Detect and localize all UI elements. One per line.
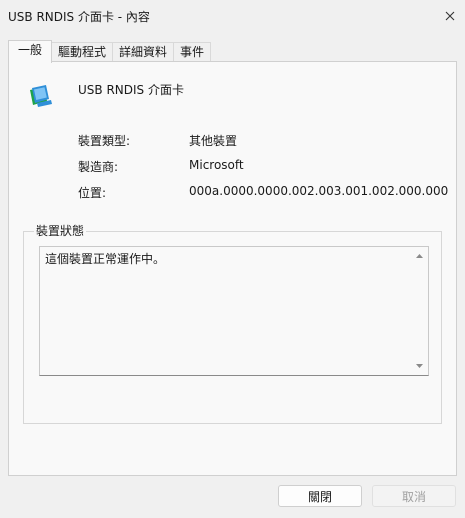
tab-driver-label: 驅動程式 [58, 45, 107, 59]
scroll-up-arrow-icon[interactable] [411, 249, 428, 263]
network-adapter-icon [30, 85, 52, 107]
device-status-group-title: 裝置狀態 [34, 224, 87, 238]
close-icon [445, 11, 455, 21]
tab-events[interactable]: 事件 [173, 42, 212, 62]
tab-events-label: 事件 [180, 45, 205, 59]
device-status-textbox[interactable]: 這個裝置正常運作中。 [39, 246, 429, 376]
manufacturer-value: Microsoft [189, 158, 244, 172]
window-title: USB RNDIS 介面卡 - 內容 [8, 10, 150, 24]
manufacturer-label: 製造商: [78, 160, 119, 174]
device-status-group: 裝置狀態 這個裝置正常運作中。 [23, 224, 442, 424]
tab-driver[interactable]: 驅動程式 [51, 42, 114, 62]
close-button[interactable]: 關閉 [278, 485, 362, 507]
tab-general[interactable]: 一般 [8, 40, 53, 63]
location-value: 000a.0000.0000.002.003.001.002.000.000 [189, 184, 449, 198]
scroll-down-arrow-icon[interactable] [411, 359, 428, 373]
general-tab-panel: USB RNDIS 介面卡 裝置類型: 其他裝置 製造商: Microsoft … [8, 61, 457, 476]
device-status-text: 這個裝置正常運作中。 [45, 252, 166, 266]
location-label: 位置: [78, 186, 107, 200]
device-name: USB RNDIS 介面卡 [78, 83, 184, 97]
tab-strip: 一般 驅動程式 詳細資料 事件 [8, 40, 212, 63]
tab-details[interactable]: 詳細資料 [112, 42, 175, 62]
cancel-button[interactable]: 取消 [372, 485, 456, 507]
close-window-button[interactable] [435, 0, 465, 32]
title-bar: USB RNDIS 介面卡 - 內容 [0, 0, 465, 32]
status-scrollbar[interactable] [411, 247, 428, 375]
device-type-value: 其他裝置 [189, 134, 238, 148]
tab-details-label: 詳細資料 [119, 45, 168, 59]
tab-general-label: 一般 [18, 43, 43, 57]
device-type-label: 裝置類型: [78, 134, 131, 148]
